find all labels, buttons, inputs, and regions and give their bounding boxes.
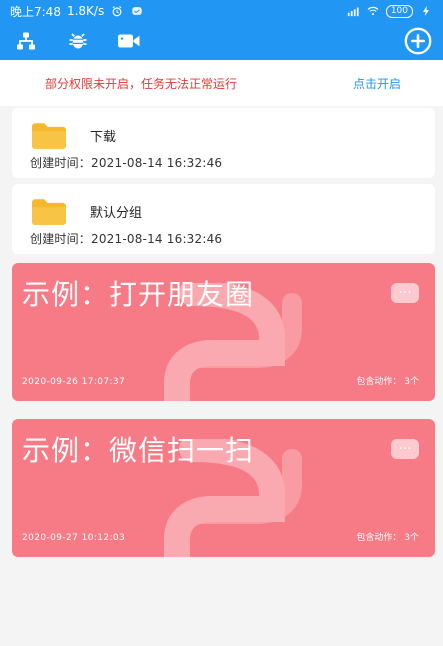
charging-icon bbox=[423, 5, 429, 17]
status-bar: 晚上7:48 1.8K/s 100 bbox=[0, 0, 443, 22]
enable-permission-link[interactable]: 点击开启 bbox=[353, 75, 401, 92]
battery-level: 100 bbox=[385, 4, 413, 18]
example-card-moments[interactable]: 示例：打开朋友圈 ··· 2020-09-26 17:07:37 包含动作： 3… bbox=[12, 263, 435, 401]
folder-icon bbox=[32, 199, 66, 225]
example-date: 2020-09-27 10:12:03 bbox=[22, 533, 126, 543]
example-card-scan[interactable]: 示例：微信扫一扫 ··· 2020-09-27 10:12:03 包含动作： 3… bbox=[12, 419, 435, 557]
status-network-speed: 1.8K/s bbox=[66, 4, 105, 18]
group-created-time: 创建时间：2021-08-14 16:32:46 bbox=[30, 230, 222, 247]
status-time: 晚上7:48 bbox=[10, 4, 61, 19]
example-action-count: 包含动作： 3个 bbox=[356, 533, 419, 543]
status-left: 晚上7:48 1.8K/s bbox=[10, 3, 144, 20]
alarm-icon bbox=[112, 6, 122, 17]
example-title: 示例：打开朋友圈 bbox=[22, 278, 255, 311]
group-name: 下载 bbox=[90, 130, 117, 145]
group-name: 默认分组 bbox=[90, 206, 143, 221]
status-right: 100 bbox=[346, 4, 433, 18]
group-card-default[interactable]: 默认分组 创建时间：2021-08-14 16:32:46 bbox=[12, 184, 435, 254]
group-card-downloads[interactable]: 下载 创建时间：2021-08-14 16:32:46 bbox=[12, 108, 435, 178]
example-title: 示例：微信扫一扫 bbox=[22, 434, 255, 467]
add-circle-icon[interactable] bbox=[403, 26, 433, 56]
created-time-value: 2021-08-14 16:32:46 bbox=[91, 232, 223, 246]
created-time-value: 2021-08-14 16:32:46 bbox=[91, 156, 223, 170]
top-toolbar bbox=[0, 22, 443, 60]
more-options-button[interactable]: ··· bbox=[391, 439, 419, 459]
group-created-time: 创建时间：2021-08-14 16:32:46 bbox=[30, 154, 222, 171]
bug-icon[interactable] bbox=[65, 28, 91, 54]
example-date: 2020-09-26 17:07:37 bbox=[22, 377, 126, 387]
notification-icon bbox=[132, 7, 142, 15]
video-icon[interactable] bbox=[116, 28, 142, 54]
created-time-label: 创建时间： bbox=[30, 156, 92, 170]
permission-warning: 部分权限未开启，任务无法正常运行 点击开启 bbox=[0, 60, 443, 106]
folder-icon bbox=[32, 123, 66, 149]
created-time-label: 创建时间： bbox=[30, 232, 92, 246]
signal-icon bbox=[347, 7, 359, 17]
permission-warning-text: 部分权限未开启，任务无法正常运行 bbox=[45, 76, 238, 91]
more-options-button[interactable]: ··· bbox=[391, 283, 419, 303]
example-action-count: 包含动作： 3个 bbox=[356, 377, 419, 387]
sitemap-icon[interactable] bbox=[13, 28, 39, 54]
wifi-icon bbox=[367, 6, 379, 16]
